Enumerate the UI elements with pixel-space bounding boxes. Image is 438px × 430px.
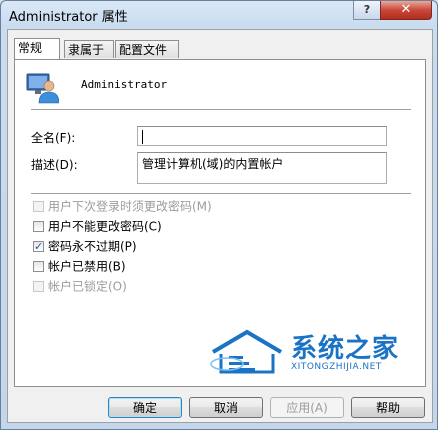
separator xyxy=(31,193,411,195)
checkbox-cannot-change-password[interactable]: 用户不能更改密码(C) xyxy=(33,218,162,234)
help-title-button[interactable]: ? xyxy=(353,1,381,20)
checkbox-label: 帐户已锁定(O) xyxy=(48,279,127,294)
cancel-button[interactable]: 取消 xyxy=(189,397,263,418)
checkbox-box[interactable] xyxy=(33,261,44,272)
close-button[interactable]: ✕ xyxy=(380,1,432,20)
properties-dialog: Administrator 属性 ? ✕ 常规 隶属于 配置文件 Adminis… xyxy=(0,0,438,430)
text-caret xyxy=(142,129,143,144)
window-title: Administrator 属性 xyxy=(9,10,128,25)
checkbox-box[interactable] xyxy=(33,201,44,212)
ok-button[interactable]: 确定 xyxy=(108,397,182,418)
separator xyxy=(31,109,411,111)
help-button[interactable]: 帮助 xyxy=(351,397,425,418)
checkbox-label: 密码永不过期(P) xyxy=(48,239,137,254)
watermark-title: 系统之家 xyxy=(291,334,400,364)
title-bar[interactable]: Administrator 属性 ? ✕ xyxy=(1,1,437,27)
description-label: 描述(D): xyxy=(31,158,78,172)
checkbox-label: 用户下次登录时须更改密码(M) xyxy=(48,199,212,214)
watermark-url: XITONGZHIJIA.NET xyxy=(291,362,382,372)
user-icon xyxy=(26,73,59,104)
fullname-input[interactable] xyxy=(137,126,387,146)
description-input[interactable]: 管理计算机(域)的内置帐户 xyxy=(137,152,387,184)
apply-button[interactable]: 应用(A) xyxy=(270,397,344,418)
fullname-label: 全名(F): xyxy=(31,131,76,145)
checkbox-label: 用户不能更改密码(C) xyxy=(48,219,162,234)
checkmark-icon: ✓ xyxy=(34,240,44,253)
checkbox-account-locked[interactable]: 帐户已锁定(O) xyxy=(33,278,127,294)
checkbox-label: 帐户已禁用(B) xyxy=(48,259,126,274)
tab-profile[interactable]: 配置文件 xyxy=(115,40,179,58)
checkbox-box[interactable] xyxy=(33,281,44,292)
tab-member-of[interactable]: 隶属于 xyxy=(64,40,114,58)
checkbox-must-change-password[interactable]: 用户下次登录时须更改密码(M) xyxy=(33,198,212,214)
watermark-logo: 系统之家 XITONGZHIJIA.NET xyxy=(207,326,417,378)
checkbox-box[interactable] xyxy=(33,221,44,232)
checkbox-password-never-expires[interactable]: ✓ 密码永不过期(P) xyxy=(33,238,137,254)
checkbox-box[interactable]: ✓ xyxy=(33,240,44,253)
dialog-client-area: 常规 隶属于 配置文件 Administrator 全名(F): 描述(D): … xyxy=(7,29,433,423)
checkbox-account-disabled[interactable]: 帐户已禁用(B) xyxy=(33,258,126,274)
user-name: Administrator xyxy=(81,78,168,91)
house-logo-icon xyxy=(210,329,283,374)
tab-general[interactable]: 常规 xyxy=(14,38,60,59)
